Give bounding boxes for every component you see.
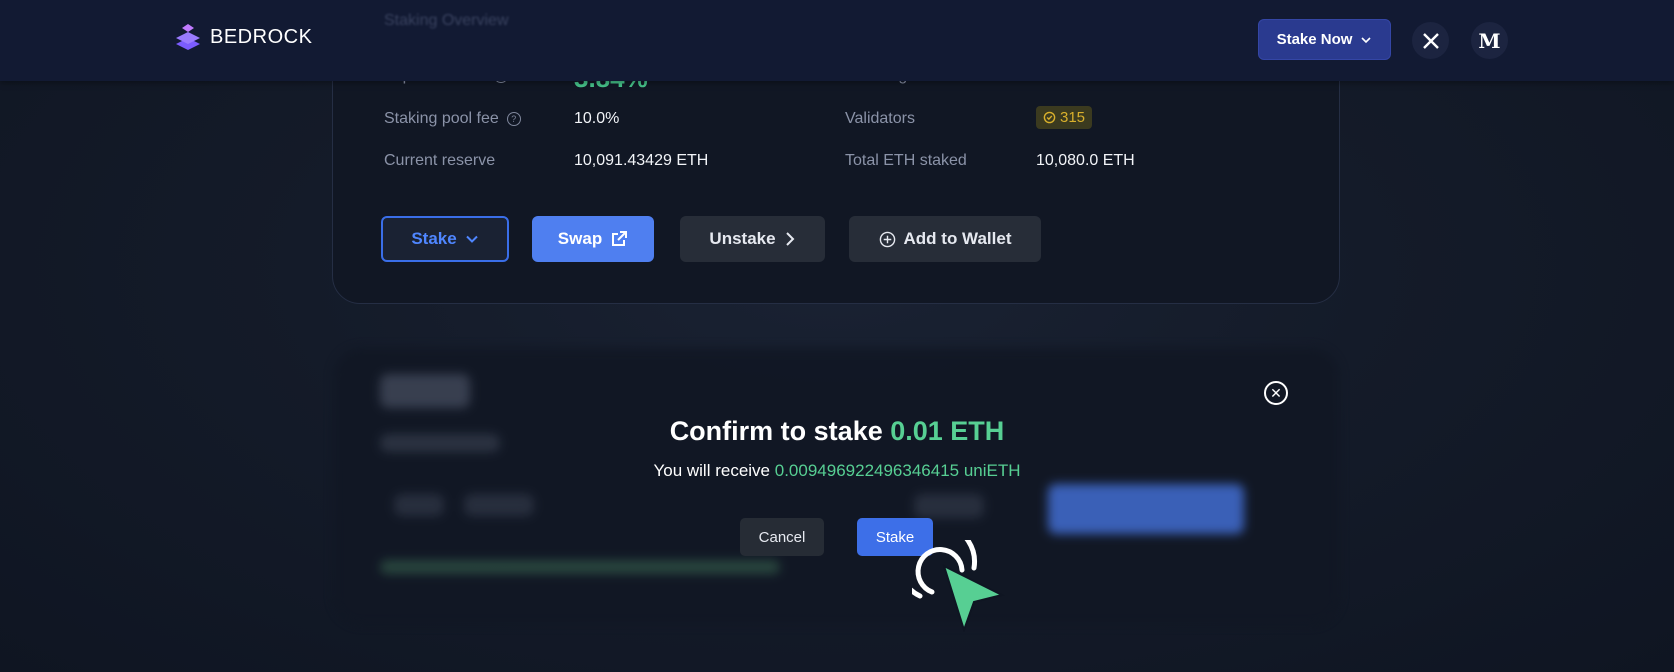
- x-icon: [1422, 32, 1439, 49]
- add-to-wallet-label: Add to Wallet: [903, 229, 1012, 248]
- stake-card-chip-block: [464, 494, 534, 516]
- bedrock-logo-icon: [176, 24, 200, 50]
- stake-button-label: Stake: [411, 229, 457, 248]
- brand-name: BEDROCK: [210, 25, 313, 48]
- medium-link[interactable]: M: [1471, 22, 1508, 59]
- stake-card-backdrop: [334, 348, 1339, 624]
- staking-pool-fee-label-text: Staking pool fee: [384, 110, 499, 127]
- check-circle-icon: [1043, 111, 1056, 124]
- validators-label: Validators: [845, 110, 915, 127]
- ghost-heading: Staking Overview: [384, 12, 509, 29]
- plus-circle-icon: [879, 231, 895, 247]
- staking-pool-fee-value: 10.0%: [574, 110, 620, 127]
- external-link-icon: [612, 231, 628, 246]
- stake-card-max-block: [914, 494, 984, 518]
- receive-amount: 0.009496922496346415 uniETH: [774, 461, 1021, 480]
- top-navigation: Staking Overview BEDROCK Stake Now M: [0, 0, 1674, 81]
- swap-button[interactable]: Swap: [532, 216, 654, 262]
- bedrock-logo[interactable]: BEDROCK: [172, 22, 312, 52]
- receive-prefix: You will receive: [653, 461, 771, 480]
- current-reserve-value: 10,091.43429 ETH: [574, 152, 709, 169]
- total-eth-staked-value: 10,080.0 ETH: [1036, 152, 1135, 169]
- click-cursor-icon: [912, 540, 1005, 632]
- confirm-title-prefix: Confirm to stake: [669, 416, 883, 446]
- help-icon[interactable]: ?: [506, 112, 521, 126]
- validators-value: 315: [1060, 109, 1086, 126]
- x-twitter-link[interactable]: [1412, 22, 1449, 59]
- add-to-wallet-button[interactable]: Add to Wallet: [849, 216, 1041, 262]
- close-icon[interactable]: ✕: [1264, 381, 1288, 405]
- stake-card-note-block: [380, 560, 780, 574]
- stake-now-label: Stake Now: [1276, 31, 1353, 48]
- stake-card-chip-block: [394, 494, 444, 516]
- stake-card-title-block: [380, 374, 470, 408]
- chevron-right-icon: [785, 232, 794, 246]
- confirm-title: Confirm to stake 0.01 ETH: [0, 416, 1674, 447]
- total-eth-staked-label: Total ETH staked: [845, 152, 967, 169]
- cancel-button[interactable]: Cancel: [740, 518, 824, 556]
- stake-card-submit-block: [1048, 484, 1244, 534]
- stake-dropdown-button[interactable]: Stake: [381, 216, 509, 262]
- unstake-button[interactable]: Unstake: [680, 216, 825, 262]
- stake-now-button[interactable]: Stake Now: [1258, 19, 1391, 60]
- staking-pool-fee-label: Staking pool fee ?: [384, 110, 521, 128]
- chevron-down-icon: [1361, 36, 1371, 43]
- confirm-title-amount: 0.01 ETH: [890, 416, 1005, 446]
- chevron-down-icon: [465, 235, 478, 243]
- current-reserve-label: Current reserve: [384, 152, 496, 169]
- medium-icon: M: [1478, 28, 1501, 53]
- unstake-button-label: Unstake: [709, 229, 776, 248]
- validators-badge: 315: [1036, 106, 1093, 129]
- swap-button-label: Swap: [557, 229, 603, 248]
- receive-text: You will receive 0.009496922496346415 un…: [0, 461, 1674, 481]
